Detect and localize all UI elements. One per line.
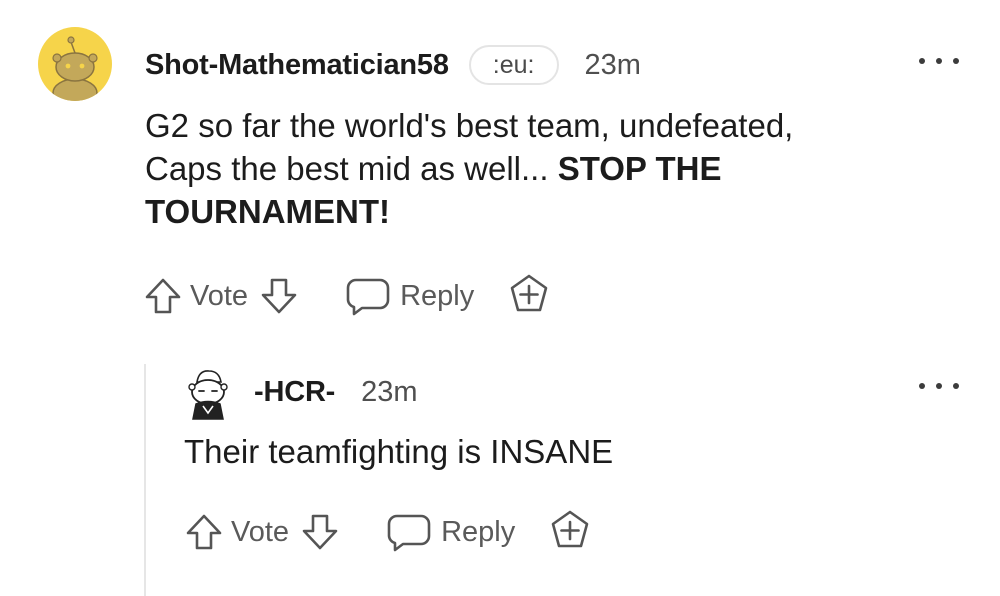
vote-label: Vote [231,515,290,548]
comment-body: G2 so far the world's best team, undefea… [145,104,875,233]
snoo-avatar-icon[interactable] [38,27,112,101]
reply-label: Reply [441,515,516,548]
award-plus-icon[interactable] [508,273,550,320]
reply-timestamp: 23m [361,375,418,408]
reply-label: Reply [400,279,475,312]
reply-button[interactable]: Reply [346,276,474,316]
award-plus-icon[interactable] [549,509,591,556]
comment-actions: Vote Reply [142,274,550,318]
reply-more-options-icon[interactable] [919,376,959,396]
user-flair: :eu: [468,45,559,85]
comment-thread: Shot-Mathematician58 :eu: 23m G2 so far … [0,0,1000,596]
downvote-arrow-icon[interactable] [258,275,300,317]
comment-username[interactable]: Shot-Mathematician58 [145,49,449,82]
reply-username[interactable]: -HCR- [254,376,335,409]
downvote-arrow-icon[interactable] [299,511,341,553]
upvote-arrow-icon[interactable] [183,511,225,553]
vote-label: Vote [190,279,249,312]
reply-body: Their teamfighting is INSANE [184,433,614,470]
speech-bubble-icon [387,512,431,552]
more-options-icon[interactable] [919,51,959,71]
custom-snoo-avatar-icon[interactable] [183,366,233,422]
reply-actions: Vote Reply [183,510,591,554]
reply-button[interactable]: Reply [387,512,515,552]
thread-line[interactable] [144,364,146,596]
comment-timestamp: 23m [584,48,641,81]
comment-meta: Shot-Mathematician58 :eu: 23m [145,44,641,86]
speech-bubble-icon [346,276,390,316]
reply-meta: -HCR- 23m [254,372,418,412]
upvote-arrow-icon[interactable] [142,275,184,317]
